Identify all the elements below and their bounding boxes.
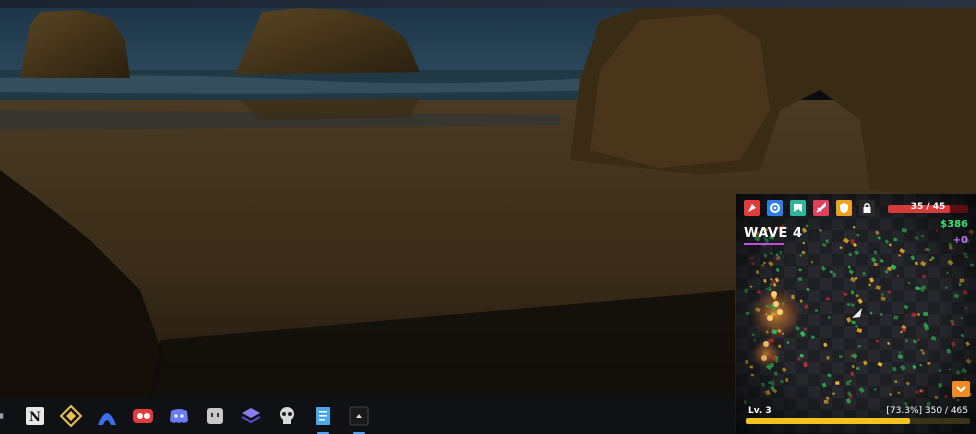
notion-icon[interactable]: N	[22, 403, 48, 429]
robot-app-icon[interactable]	[202, 403, 228, 429]
svg-text:N: N	[29, 410, 41, 425]
banner-upgrade-icon[interactable]	[790, 200, 806, 216]
notepad-icon[interactable]	[310, 403, 336, 434]
skull-app-icon[interactable]	[274, 403, 300, 429]
level-label: Lv. 3	[748, 406, 772, 416]
xp-bar	[746, 418, 970, 424]
gear-upgrade-icon[interactable]	[767, 200, 783, 216]
stack-app-icon[interactable]	[238, 403, 264, 429]
discord-icon[interactable]	[166, 403, 192, 429]
xp-text: [73.3%] 350 / 465	[886, 406, 968, 416]
gain-counter: +0	[952, 235, 968, 246]
lock-upgrade-icon[interactable]	[859, 200, 875, 216]
wave-progress-bar	[744, 243, 784, 245]
recorder-icon[interactable]	[130, 403, 156, 429]
game-window-icon[interactable]	[346, 403, 372, 434]
chevron-down-icon	[956, 386, 966, 393]
diamond-app-icon[interactable]	[58, 403, 84, 429]
game-window[interactable]: 35 / 45 WAVE 4 $386 +0 Lv. 3 [73.3%] 350…	[736, 194, 976, 433]
money-counter: $386	[940, 219, 968, 230]
xp-bar-fill	[746, 418, 911, 424]
window-top-bar	[0, 0, 976, 8]
rocket-upgrade-icon[interactable]	[744, 200, 760, 216]
health-text: 35 / 45	[910, 202, 946, 212]
app-icon[interactable]	[0, 403, 12, 429]
taskbar: N	[0, 398, 735, 434]
player-ship-icon	[852, 308, 862, 318]
blade-upgrade-icon[interactable]	[813, 200, 829, 216]
wave-label: WAVE 4	[744, 226, 803, 241]
shield-upgrade-icon[interactable]	[836, 200, 852, 216]
menu-toggle-button[interactable]	[952, 381, 970, 397]
arch-app-icon[interactable]	[94, 403, 120, 429]
